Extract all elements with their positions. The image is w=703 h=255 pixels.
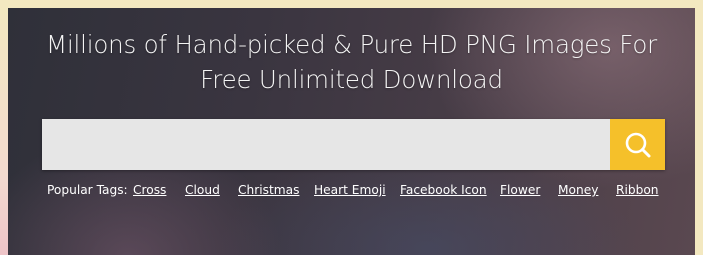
popular-tags-label: Popular Tags: bbox=[47, 183, 128, 197]
tag-link-money[interactable]: Money bbox=[558, 183, 598, 197]
tag-link-ribbon[interactable]: Ribbon bbox=[616, 183, 659, 197]
tag-link-facebook-icon[interactable]: Facebook Icon bbox=[400, 183, 487, 197]
popular-tags: Popular Tags: Cross Cloud Christmas Hear… bbox=[0, 183, 703, 203]
tag-link-christmas[interactable]: Christmas bbox=[238, 183, 299, 197]
page-title: Millions of Hand-picked & Pure HD PNG Im… bbox=[0, 27, 703, 97]
tag-link-flower[interactable]: Flower bbox=[500, 183, 540, 197]
search-icon bbox=[625, 132, 650, 157]
tag-link-cross[interactable]: Cross bbox=[133, 183, 166, 197]
page-title-line-2: Free Unlimited Download bbox=[200, 65, 503, 94]
page-title-line-1: Millions of Hand-picked & Pure HD PNG Im… bbox=[46, 30, 657, 59]
tag-link-heart-emoji[interactable]: Heart Emoji bbox=[314, 183, 386, 197]
search-input[interactable] bbox=[42, 119, 610, 170]
search-bar bbox=[42, 119, 665, 170]
search-button[interactable] bbox=[610, 119, 665, 170]
tag-link-cloud[interactable]: Cloud bbox=[185, 183, 220, 197]
